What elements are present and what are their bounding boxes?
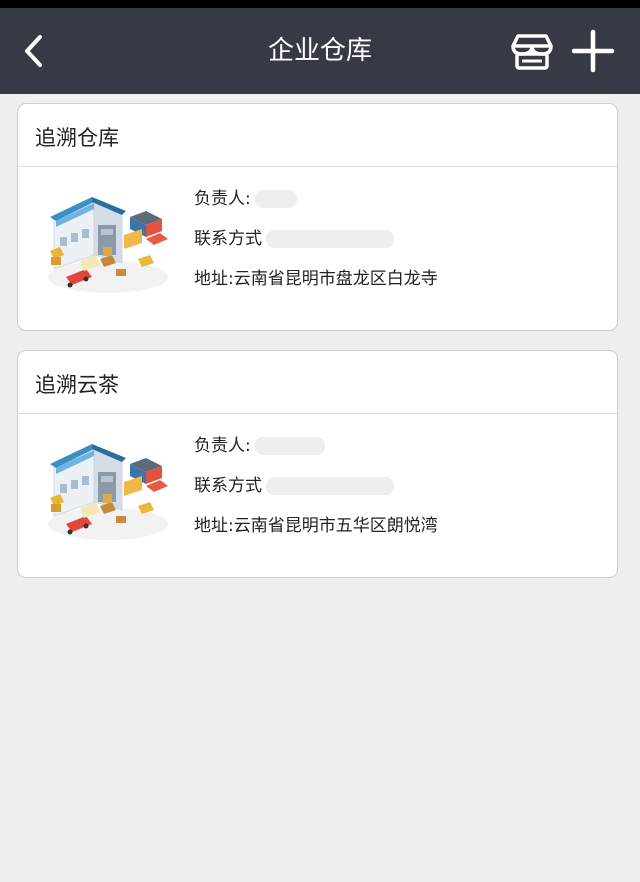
address-line: 地址:云南省昆明市盘龙区白龙寺	[194, 269, 438, 289]
add-button[interactable]	[570, 28, 616, 74]
warehouse-illustration	[48, 444, 168, 540]
contact-line: 联系方式	[194, 219, 438, 259]
navigation-bar: 企业仓库	[0, 8, 640, 94]
contact-line: 联系方式	[194, 466, 438, 506]
address-line: 地址:云南省昆明市五华区朗悦湾	[194, 516, 438, 536]
back-button[interactable]	[14, 30, 56, 72]
manager-line: 负责人:	[194, 426, 438, 466]
status-bar	[0, 0, 640, 8]
contact-label: 联系方式	[194, 229, 262, 249]
store-button[interactable]	[510, 32, 554, 72]
warehouse-card[interactable]: 追溯仓库 负责人: 联系方式 地址:云南省昆明市盘龙区白龙寺	[17, 103, 618, 331]
warehouse-name: 追溯云茶	[18, 351, 617, 414]
warehouse-name: 追溯仓库	[18, 104, 617, 167]
warehouse-card[interactable]: 追溯云茶 负责人: 联系方式 地址:云南省昆明市五华区朗悦湾	[17, 350, 618, 578]
plus-icon	[571, 29, 615, 73]
manager-line: 负责人:	[194, 179, 438, 219]
redacted-manager	[254, 437, 325, 455]
redacted-phone	[266, 230, 394, 248]
redacted-phone	[266, 477, 394, 495]
redacted-manager	[254, 190, 297, 208]
manager-label: 负责人:	[194, 189, 251, 209]
warehouse-illustration	[48, 197, 168, 293]
chevron-left-icon	[25, 35, 42, 67]
manager-label: 负责人:	[194, 436, 251, 456]
store-icon	[511, 34, 553, 70]
contact-label: 联系方式	[194, 476, 262, 496]
